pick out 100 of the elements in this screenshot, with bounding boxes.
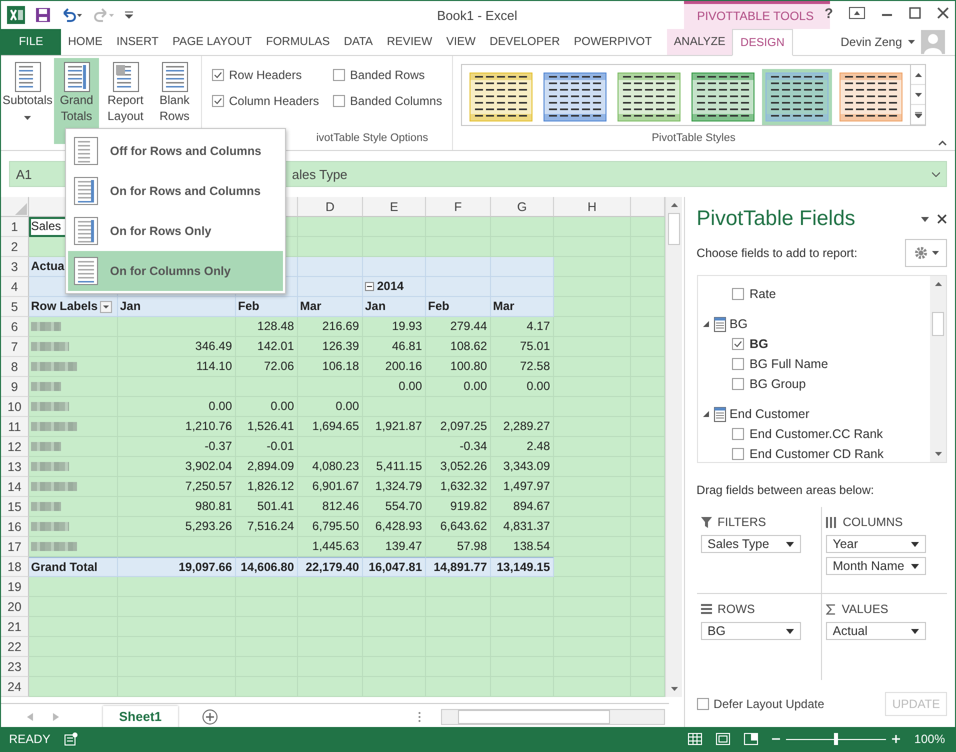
field-group-label[interactable]: BG [730, 317, 748, 331]
pivot-style-swatch[interactable] [762, 69, 832, 125]
ribbon-button[interactable]: Subtotals [5, 58, 50, 144]
ribbon-tab[interactable]: PAGE LAYOUT [165, 29, 259, 55]
row-header[interactable]: 12 [1, 437, 29, 457]
checkbox[interactable] [732, 448, 744, 460]
field-label[interactable]: End Customer.CC Rank [750, 427, 883, 441]
row-header[interactable]: 17 [1, 537, 29, 557]
row-header[interactable]: 16 [1, 517, 29, 537]
row-header[interactable]: 18 [1, 557, 29, 577]
row-header[interactable]: 22 [1, 637, 29, 657]
menu-item[interactable]: On for Columns Only [68, 251, 283, 291]
save-icon[interactable] [35, 7, 51, 23]
checkbox-label[interactable]: Banded Rows [350, 68, 425, 82]
ribbon-tab[interactable]: DATA [336, 29, 380, 55]
checkbox[interactable] [732, 288, 744, 300]
pane-options-icon[interactable] [921, 216, 929, 222]
user-name[interactable]: Devin Zeng [840, 35, 902, 49]
area-field-dropdown[interactable]: Year [826, 535, 926, 553]
checkbox-label[interactable]: Row Headers [229, 68, 302, 82]
close-icon[interactable] [937, 214, 947, 224]
horizontal-scrollbar[interactable] [441, 709, 665, 725]
row-header[interactable]: 4 [1, 277, 29, 297]
row-header[interactable]: 6 [1, 317, 29, 337]
row-header[interactable]: 5 [1, 297, 29, 317]
checkbox[interactable] [732, 358, 744, 370]
help-button[interactable]: ? [824, 5, 833, 21]
collapse-icon[interactable] [365, 282, 374, 291]
area-field-dropdown[interactable]: BG [700, 622, 801, 640]
row-header[interactable]: 13 [1, 457, 29, 477]
field-label[interactable]: BG Group [750, 377, 806, 391]
checkbox-label[interactable]: Column Headers [229, 94, 320, 108]
page-layout-view-icon[interactable] [716, 733, 730, 745]
undo-icon[interactable] [61, 8, 83, 22]
row-header[interactable]: 15 [1, 497, 29, 517]
ribbon-tab[interactable]: DEVELOPER [482, 29, 567, 55]
row-header[interactable]: 9 [1, 377, 29, 397]
column-header[interactable]: H [554, 197, 631, 217]
add-sheet-icon[interactable] [202, 709, 218, 725]
maximize-icon[interactable] [909, 7, 921, 19]
row-header[interactable]: 3 [1, 257, 29, 277]
page-break-view-icon[interactable] [744, 733, 758, 745]
zoom-level[interactable]: 100% [914, 732, 945, 746]
ribbon-tab[interactable]: REVIEW [380, 29, 440, 55]
field-group-label[interactable]: End Customer [730, 407, 810, 421]
settings-button[interactable] [905, 239, 947, 267]
field-label[interactable]: End Customer CD Rank [750, 447, 884, 461]
row-header[interactable]: 11 [1, 417, 29, 437]
checkbox[interactable] [732, 338, 744, 350]
ribbon-tab[interactable]: DESIGN [732, 29, 792, 56]
area-field-dropdown[interactable]: Sales Type [700, 535, 801, 553]
checkbox[interactable] [696, 698, 709, 710]
row-header[interactable]: 8 [1, 357, 29, 377]
normal-view-icon[interactable] [688, 733, 702, 745]
column-header[interactable]: E [363, 197, 426, 217]
row-header[interactable]: 19 [1, 577, 29, 597]
vertical-scrollbar[interactable] [930, 276, 946, 462]
checkbox[interactable] [333, 69, 346, 81]
ribbon-tab[interactable]: HOME [61, 29, 110, 55]
row-header[interactable]: 21 [1, 617, 29, 637]
checkbox-label[interactable]: Banded Columns [350, 94, 442, 108]
area-field-dropdown[interactable]: Month Name [826, 557, 926, 575]
area-field-dropdown[interactable]: Actual [826, 622, 926, 640]
row-header[interactable]: 1 [1, 217, 29, 237]
close-icon[interactable] [937, 7, 949, 19]
splitter-icon[interactable] [418, 711, 421, 723]
checkbox[interactable] [212, 95, 224, 107]
ribbon-display-icon[interactable] [849, 7, 865, 19]
column-header[interactable]: G [491, 197, 554, 217]
column-header[interactable]: F [426, 197, 491, 217]
customize-menu-icon[interactable] [125, 11, 133, 19]
filter-dropdown-icon[interactable] [100, 300, 112, 312]
ribbon-tab[interactable]: ANALYZE [666, 29, 732, 55]
row-header[interactable]: 10 [1, 397, 29, 417]
field-label[interactable]: Rate [750, 287, 776, 301]
row-header[interactable]: 20 [1, 597, 29, 617]
expanded-triangle-icon[interactable] [702, 320, 710, 328]
scroll-thumb[interactable] [668, 213, 680, 245]
column-header[interactable]: D [298, 197, 363, 217]
field-label[interactable]: BG [750, 337, 768, 351]
row-header[interactable]: 7 [1, 337, 29, 357]
checkbox[interactable] [212, 69, 224, 81]
ribbon-tab[interactable]: VIEW [439, 29, 483, 55]
scroll-thumb[interactable] [458, 710, 610, 724]
ribbon-tab[interactable]: INSERT [110, 29, 166, 55]
ribbon-tab[interactable]: FORMULAS [258, 29, 337, 55]
field-label[interactable]: BG Full Name [750, 357, 828, 371]
macro-record-icon[interactable] [64, 732, 78, 746]
row-header[interactable]: 2 [1, 237, 29, 257]
row-header[interactable]: 24 [1, 677, 29, 697]
checkbox[interactable] [732, 428, 744, 440]
ribbon-tab[interactable]: FILE [1, 29, 61, 55]
collapse-ribbon-icon[interactable] [938, 140, 947, 146]
ribbon-tab[interactable]: POWERPIVOT [566, 29, 659, 55]
checkbox[interactable] [732, 378, 744, 390]
checkbox-label[interactable]: Defer Layout Update [714, 697, 824, 711]
row-header[interactable]: 14 [1, 477, 29, 497]
checkbox[interactable] [333, 95, 346, 107]
expanded-triangle-icon[interactable] [702, 410, 710, 418]
scroll-thumb[interactable] [932, 312, 944, 336]
